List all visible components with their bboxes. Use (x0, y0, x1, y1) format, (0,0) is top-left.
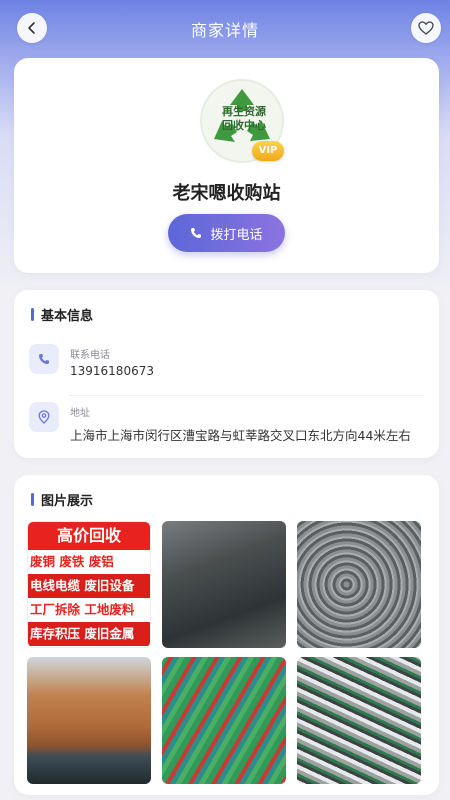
phone-label: 联系电话 (70, 350, 110, 361)
photo-grid: 高价回收 废铜 废铁 废铝 电线电缆 废旧设备 工厂拆除 工地废料 库存积压 废… (27, 521, 421, 784)
advert-line: 工厂拆除 工地废料 (30, 602, 135, 617)
logo-text-line2: 回收中心 (222, 119, 266, 132)
photo-scrap-pile[interactable] (297, 657, 421, 784)
call-button-label: 拨打电话 (210, 227, 263, 243)
address-value: 上海市上海市闵行区漕宝路与虹莘路交叉口东北方向44米左右 (70, 428, 411, 443)
call-button[interactable]: 拨打电话 (168, 214, 285, 252)
photo-wire-coils[interactable] (297, 521, 421, 648)
photo-gallery-title: 图片展示 (41, 494, 94, 509)
section-accent-bar (31, 308, 34, 321)
heart-icon (418, 21, 434, 35)
vip-badge: VIP (252, 141, 284, 161)
section-accent-bar (31, 493, 34, 506)
address-label: 地址 (70, 408, 90, 419)
phone-icon (191, 228, 202, 238)
top-bar: 商家详情 (0, 0, 450, 56)
advert-line: 废铜 废铁 废铝 (30, 554, 114, 569)
favorite-button[interactable] (411, 13, 441, 43)
address-row[interactable]: 地址 上海市上海市闵行区漕宝路与虹莘路交叉口东北方向44米左右 (29, 400, 424, 455)
advert-line: 库存积压 废旧金属 (28, 622, 150, 646)
advert-line: 电线电缆 废旧设备 (28, 574, 150, 598)
photo-gallery-header: 图片展示 (31, 490, 93, 509)
photo-advert[interactable]: 高价回收 废铜 废铁 废铝 电线电缆 废旧设备 工厂拆除 工地废料 库存积压 废… (27, 521, 151, 648)
phone-row[interactable]: 联系电话 13916180673 (29, 342, 424, 392)
photo-cables[interactable] (162, 657, 286, 784)
photo-gallery-card: 图片展示 高价回收 废铜 废铁 废铝 电线电缆 废旧设备 工厂拆除 工地废料 库… (14, 475, 439, 795)
phone-icon (29, 344, 59, 374)
divider (69, 395, 424, 396)
location-pin-icon (29, 402, 59, 432)
basic-info-card: 基本信息 联系电话 13916180673 地址 上海市上海市闵行区漕宝路与虹莘… (14, 290, 439, 458)
photo-scrap-metal[interactable] (162, 521, 286, 648)
advert-title: 高价回收 (28, 522, 150, 550)
page-title: 商家详情 (190, 21, 259, 40)
phone-value: 13916180673 (70, 364, 154, 378)
basic-info-header: 基本信息 (31, 305, 93, 324)
logo-text-line1: 再生资源 (222, 105, 266, 118)
merchant-name: 老宋嗯收购站 (172, 183, 281, 204)
merchant-profile-card: 再生资源 回收中心 VIP 老宋嗯收购站 拨打电话 (14, 58, 439, 273)
photo-copper-truck[interactable] (27, 657, 151, 784)
basic-info-title: 基本信息 (41, 309, 94, 324)
merchant-logo: 再生资源 回收中心 VIP (200, 79, 284, 163)
